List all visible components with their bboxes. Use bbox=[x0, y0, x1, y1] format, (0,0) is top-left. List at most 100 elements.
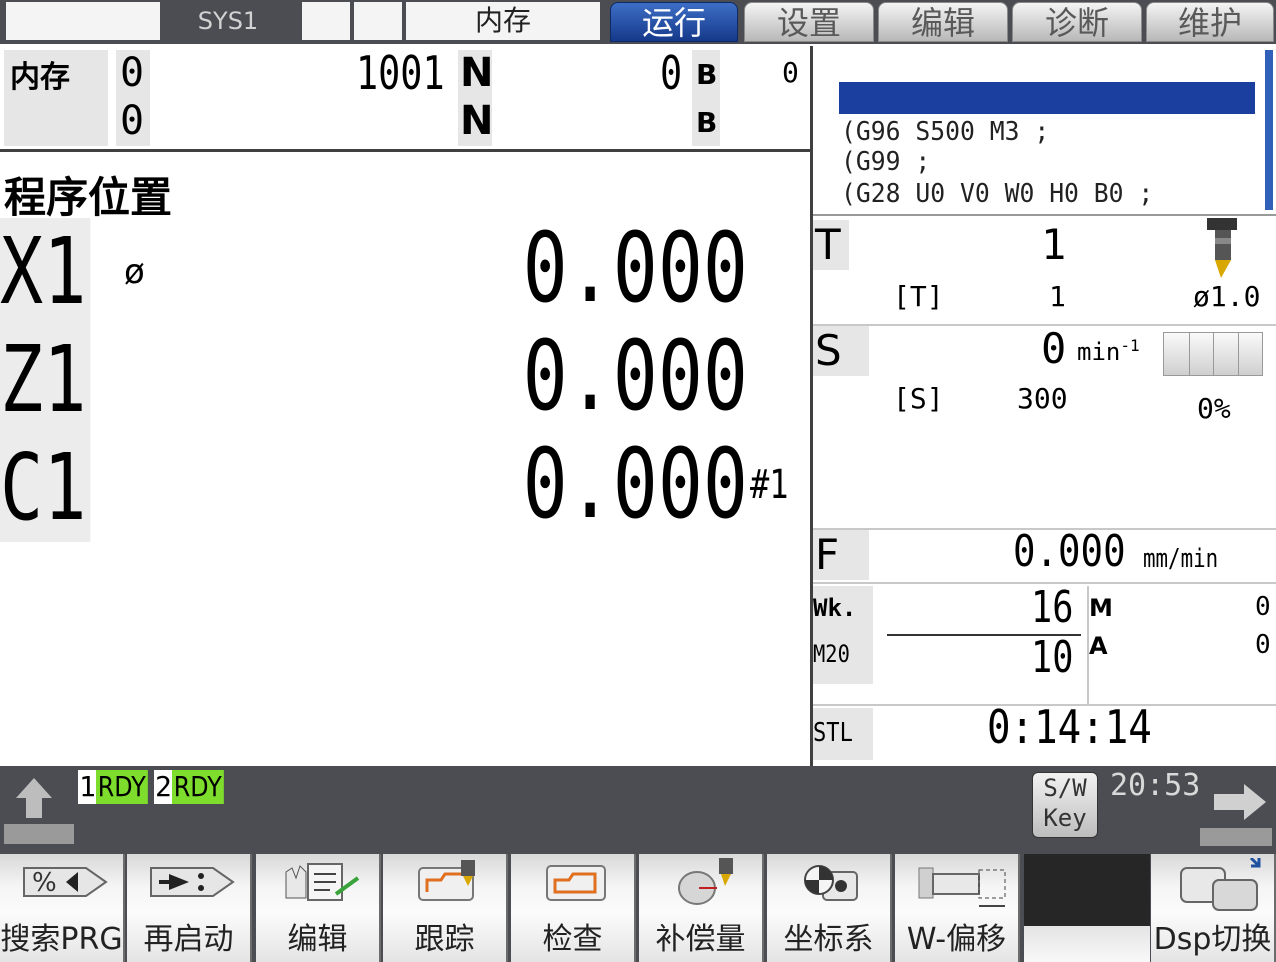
trace-icon bbox=[405, 858, 485, 906]
b-label-1: B bbox=[696, 58, 718, 91]
coordinate-icon bbox=[789, 858, 869, 906]
program-scrollbar[interactable] bbox=[1265, 50, 1273, 210]
program-line-3: (G28 U0 V0 W0 H0 B0 ; bbox=[841, 179, 1154, 209]
n-label-1: N bbox=[460, 50, 494, 96]
m-code-label: M bbox=[1089, 594, 1113, 622]
m20-value: 10 bbox=[1031, 632, 1074, 683]
edit-hand-icon bbox=[278, 858, 360, 906]
work-label: Wk. bbox=[813, 594, 857, 622]
sw-key-button[interactable]: S/W Key bbox=[1032, 772, 1098, 838]
tab-setup[interactable]: 设置 bbox=[744, 2, 874, 42]
softkey-label: 跟踪 bbox=[414, 922, 475, 957]
program-number: 1001 bbox=[356, 46, 445, 100]
system-label: SYS1 bbox=[197, 7, 259, 35]
axis-value-z1: 0.000 bbox=[522, 320, 748, 432]
next-page-button[interactable] bbox=[1200, 780, 1272, 846]
softkey-compensation[interactable]: 补偿量 bbox=[639, 854, 764, 962]
top-tab-bar: SYS1 内存 运行 设置 编辑 诊断 维护 bbox=[0, 0, 1276, 44]
n-value: 0 bbox=[660, 46, 683, 100]
spindle-bracket-label: [S] bbox=[893, 382, 944, 415]
softkey-restart[interactable]: 再启动 bbox=[127, 854, 252, 962]
softkey-blank-base bbox=[1024, 926, 1150, 962]
right-info-panel: (G96 S500 M3 ; (G99 ; (G28 U0 V0 W0 H0 B… bbox=[810, 46, 1276, 766]
program-view: (G96 S500 M3 ; (G99 ; (G28 U0 V0 W0 H0 B… bbox=[813, 46, 1276, 216]
softkey-label: 编辑 bbox=[287, 922, 348, 957]
axis-label-x1: X1 bbox=[0, 218, 91, 326]
memory-mode-label: 内存 bbox=[406, 2, 600, 40]
sw-key-line2: Key bbox=[1043, 804, 1087, 832]
b-label-2: B bbox=[696, 106, 718, 139]
axis-label-c1: C1 bbox=[0, 434, 91, 542]
program-line-2: (G99 ; bbox=[841, 147, 931, 177]
stl-label: STL bbox=[813, 718, 853, 748]
feed-label: F bbox=[813, 530, 869, 580]
tab-diagnosis[interactable]: 诊断 bbox=[1012, 2, 1142, 42]
status-field-2 bbox=[302, 2, 350, 40]
softkey-label: 坐标系 bbox=[783, 922, 874, 957]
o-number-1: 0 bbox=[120, 50, 145, 96]
spindle-label: S bbox=[813, 326, 869, 376]
program-position-panel: 程序位置 X1 ø 0.000 Z1 0.000 C1 0.000 #1 bbox=[0, 152, 810, 766]
axis-label-z1: Z1 bbox=[0, 326, 91, 434]
softkey-work-offset[interactable]: W-偏移 bbox=[895, 854, 1020, 962]
softkey-label: 检查 bbox=[542, 922, 603, 957]
program-header: 内存 0 0 1001 N N 0 B B 0 bbox=[0, 46, 810, 152]
spindle-load-meter bbox=[1163, 332, 1263, 376]
search-program-icon: % bbox=[22, 858, 108, 906]
status-field-3 bbox=[354, 2, 402, 40]
sw-key-line1: S/W bbox=[1043, 774, 1087, 802]
page-title: 程序位置 bbox=[4, 173, 173, 222]
a-code-label: A bbox=[1089, 632, 1108, 660]
work-offset-icon bbox=[917, 858, 1006, 907]
status-field-1 bbox=[6, 2, 160, 40]
b-extra-value: 0 bbox=[782, 56, 799, 89]
softkey-label: Dsp切换 bbox=[1153, 922, 1272, 957]
restart-icon bbox=[149, 858, 235, 906]
softkey-bar: % 搜索PRG 再启动 编辑 跟踪 检查 补偿量 坐标系 W-偏移 Dsp切换 bbox=[0, 854, 1276, 962]
tool-label: T bbox=[813, 220, 849, 270]
tool-value: 1 bbox=[1041, 220, 1067, 269]
check-icon bbox=[533, 858, 613, 906]
softkey-label: 再启动 bbox=[143, 922, 234, 957]
display-switch-icon bbox=[1173, 856, 1261, 911]
softkey-trace[interactable]: 跟踪 bbox=[383, 854, 508, 962]
softkey-label: 搜索PRG bbox=[0, 922, 123, 957]
tool-bracket-label: [T] bbox=[893, 280, 944, 313]
o-number-2: 0 bbox=[120, 98, 145, 144]
spindle-unit: min-1 bbox=[1077, 336, 1140, 366]
softkey-edit[interactable]: 编辑 bbox=[256, 854, 381, 962]
tool-bracket-value: 1 bbox=[1049, 280, 1066, 313]
program-line-1: (G96 S500 M3 ; bbox=[841, 117, 1050, 147]
m20-label: M20 bbox=[813, 640, 850, 668]
softkey-display-switch[interactable]: Dsp切换 bbox=[1151, 854, 1276, 962]
a-code-value: 0 bbox=[1255, 630, 1271, 660]
tool-diameter: ø1.0 bbox=[1193, 280, 1261, 313]
mode-label: 内存 bbox=[10, 60, 70, 95]
return-up-button[interactable] bbox=[4, 772, 74, 844]
tab-maintenance[interactable]: 维护 bbox=[1146, 2, 1274, 42]
softkey-coordinate-system[interactable]: 坐标系 bbox=[767, 854, 892, 962]
program-highlight-bar bbox=[839, 82, 1255, 114]
m-code-value: 0 bbox=[1255, 592, 1271, 622]
work-value: 16 bbox=[1031, 582, 1074, 633]
spindle-bracket-value: 300 bbox=[1017, 382, 1068, 415]
softkey-blank bbox=[1024, 854, 1150, 926]
n-label-2: N bbox=[460, 98, 494, 144]
feed-value: 0.000 bbox=[1013, 526, 1126, 577]
axis-value-x1: 0.000 bbox=[522, 212, 748, 324]
diameter-icon: ø bbox=[124, 252, 145, 292]
softkey-label: 补偿量 bbox=[655, 922, 746, 957]
rdy1-badge: RDY bbox=[96, 770, 148, 804]
tab-edit[interactable]: 编辑 bbox=[878, 2, 1008, 42]
rdy1-number: 1 bbox=[78, 770, 97, 804]
softkey-check[interactable]: 检查 bbox=[511, 854, 636, 962]
rdy2-number: 2 bbox=[154, 770, 173, 804]
tab-run[interactable]: 运行 bbox=[610, 2, 738, 42]
spindle-load-percent: 0% bbox=[1197, 392, 1231, 425]
compensation-icon bbox=[661, 858, 741, 906]
svg-text:%: % bbox=[32, 868, 57, 898]
softkey-search-program[interactable]: % 搜索PRG bbox=[0, 854, 125, 962]
rdy2-badge: RDY bbox=[172, 770, 224, 804]
stl-cycle-time: 0:14:14 bbox=[987, 700, 1152, 754]
spindle-unit-text: min bbox=[1077, 338, 1121, 366]
